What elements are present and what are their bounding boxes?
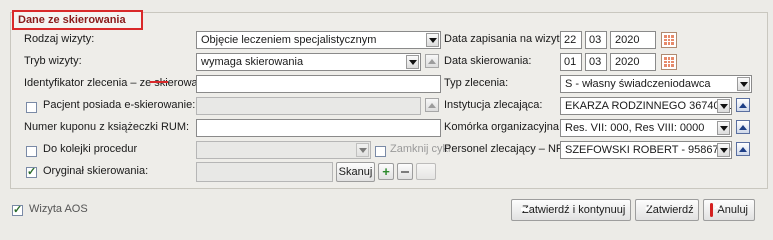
data-skierowania-day[interactable]: 01 <box>560 53 582 71</box>
personel-up-icon[interactable] <box>736 142 750 156</box>
add-icon[interactable]: + <box>378 163 394 180</box>
typ-zlecenia-label: Typ zlecenia: <box>444 77 509 89</box>
oryginal-field <box>196 162 333 182</box>
e-skierowanie-up-icon[interactable] <box>425 98 439 112</box>
approve-continue-label: Zatwierdź i kontynuuj <box>522 204 626 216</box>
zamknij-cykl-checkbox[interactable] <box>375 146 386 157</box>
personel-value: SZEFOWSKI ROBERT - 9586749 <box>565 144 731 156</box>
oryginal-checkbox[interactable] <box>26 165 37 178</box>
wizyta-aos-checkbox[interactable] <box>12 203 23 216</box>
instytucja-up-icon[interactable] <box>736 98 750 112</box>
close-icon <box>710 202 723 217</box>
cancel-label: Anuluj <box>717 204 748 216</box>
red-underline-mark <box>150 81 168 83</box>
calendar-icon[interactable] <box>661 32 677 48</box>
data-zapisania-year[interactable]: 2020 <box>610 31 656 49</box>
tryb-wizyty-select[interactable]: wymaga skierowania <box>196 53 421 71</box>
personel-select[interactable]: SZEFOWSKI ROBERT - 9586749 <box>560 141 732 159</box>
instytucja-value: EKARZA RODZINNEGO 367400181 <box>565 100 732 112</box>
chevron-down-icon <box>356 143 369 157</box>
data-zapisania-month[interactable]: 03 <box>585 31 607 49</box>
identyfikator-input[interactable] <box>196 75 441 93</box>
tryb-wizyty-up-icon[interactable] <box>425 54 439 68</box>
instytucja-select[interactable]: EKARZA RODZINNEGO 367400181 <box>560 97 732 115</box>
skanuj-button[interactable]: Skanuj <box>336 162 375 182</box>
kupon-input[interactable] <box>196 119 441 137</box>
skanuj-label: Skanuj <box>338 166 373 178</box>
chevron-down-icon[interactable] <box>406 55 419 69</box>
komorka-value: Res. VII: 000, Res VIII: 0000 <box>565 122 705 134</box>
document-icon[interactable] <box>416 163 436 180</box>
tryb-wizyty-value: wymaga skierowania <box>201 56 304 68</box>
remove-icon[interactable] <box>397 163 413 180</box>
chevron-down-icon[interactable] <box>717 143 730 157</box>
komorka-select[interactable]: Res. VII: 000, Res VIII: 0000 <box>560 119 732 137</box>
pacjent-e-skierowanie-label: Pacjent posiada e-skierowanie: <box>43 99 196 111</box>
do-kolejki-checkbox[interactable] <box>26 146 37 157</box>
cancel-button[interactable]: Anuluj <box>703 199 755 221</box>
tryb-wizyty-label: Tryb wizyty: <box>24 55 82 67</box>
do-kolejki-select <box>196 141 371 159</box>
rodzaj-wizyty-value: Objęcie leczeniem specjalistycznym <box>201 34 377 46</box>
calendar-icon[interactable] <box>661 54 677 70</box>
data-skierowania-year[interactable]: 2020 <box>610 53 656 71</box>
identyfikator-label: Identyfikator zlecenia – ze skierowania: <box>24 77 216 89</box>
oryginal-label: Oryginał skierowania: <box>43 165 149 177</box>
instytucja-label: Instytucja zlecająca: <box>444 99 543 111</box>
do-kolejki-label: Do kolejki procedur <box>43 143 138 155</box>
chevron-down-icon[interactable] <box>426 33 439 47</box>
wizyta-aos-label: Wizyta AOS <box>29 203 88 215</box>
komorka-label: Komórka organizacyjna: <box>444 121 563 133</box>
approve-button[interactable]: Zatwierdź <box>635 199 699 221</box>
chevron-down-icon[interactable] <box>717 99 730 113</box>
data-skierowania-month[interactable]: 03 <box>585 53 607 71</box>
approve-continue-button[interactable]: Zatwierdź i kontynuuj <box>511 199 631 221</box>
rodzaj-wizyty-select[interactable]: Objęcie leczeniem specjalistycznym <box>196 31 441 49</box>
rodzaj-wizyty-label: Rodzaj wizyty: <box>24 33 95 45</box>
chevron-down-icon[interactable] <box>737 77 750 91</box>
chevron-down-icon[interactable] <box>717 121 730 135</box>
zamknij-cykl-label: Zamknij cykl <box>390 143 451 155</box>
data-zapisania-label: Data zapisania na wizytę: <box>444 33 569 45</box>
kupon-label: Numer kuponu z książeczki RUM: <box>24 121 190 133</box>
pacjent-e-skierowanie-checkbox[interactable] <box>26 102 37 113</box>
komorka-up-icon[interactable] <box>736 120 750 134</box>
data-skierowania-label: Data skierowania: <box>444 55 532 67</box>
data-zapisania-day[interactable]: 22 <box>560 31 582 49</box>
e-skierowanie-field <box>196 97 421 115</box>
section-title: Dane ze skierowania <box>18 14 126 26</box>
typ-zlecenia-select[interactable]: S - własny świadczeniodawca <box>560 75 752 93</box>
typ-zlecenia-value: S - własny świadczeniodawca <box>565 78 711 90</box>
